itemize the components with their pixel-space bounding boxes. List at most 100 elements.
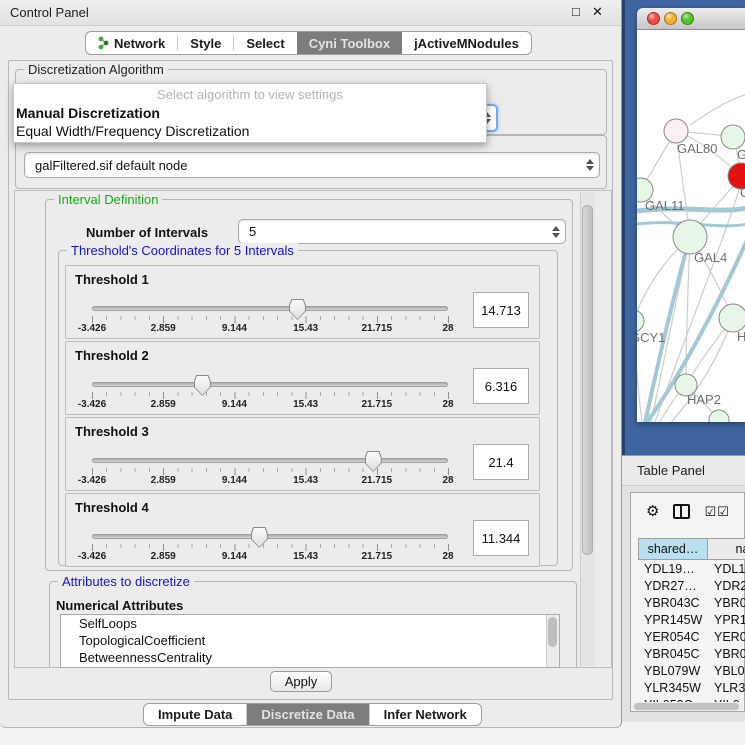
tab-jactivemnodules[interactable]: jActiveMNodules: [402, 32, 531, 54]
threshold-value-field[interactable]: 21.4: [473, 444, 529, 480]
minimize-traffic-light-icon[interactable]: [664, 12, 677, 25]
table-row[interactable]: YPR145WYPR1: [638, 611, 745, 628]
table-hscrollbar-thumb[interactable]: [634, 703, 739, 710]
dropdown-prompt: Select algorithm to view settings: [14, 84, 486, 104]
gear-icon[interactable]: ⚙: [646, 504, 659, 519]
slider-tick-label: -3.426: [78, 551, 106, 562]
tab-cyni-toolbox[interactable]: Cyni Toolbox: [297, 32, 402, 54]
float-panel-icon[interactable]: □: [572, 4, 580, 19]
table-cell: YER054C: [638, 630, 708, 644]
threshold-value-field[interactable]: 11.344: [473, 520, 529, 556]
slider-tick-label: 9.144: [222, 551, 247, 562]
checkbox-icon[interactable]: ☑: [704, 505, 716, 518]
slider-major-ticks: [92, 468, 449, 475]
table-row[interactable]: YLR345WYLR3: [638, 679, 745, 696]
table-row[interactable]: YDR27…YDR2: [638, 577, 745, 594]
slider-tick-label: 15.43: [293, 323, 318, 334]
slider-track[interactable]: [92, 306, 448, 311]
number-of-intervals-label: Number of Intervals: [86, 225, 208, 240]
slider-tick-label: 15.43: [293, 475, 318, 486]
slider-tick-label: 9.144: [222, 475, 247, 486]
table-panel-toolbar: ⚙ ☑ ☑: [632, 496, 745, 526]
table-row[interactable]: YBR045CYBR0: [638, 645, 745, 662]
table-cell: YPR1: [708, 613, 745, 627]
combobox-stepper-icon: [581, 159, 599, 171]
attribute-list-item[interactable]: TopologicalCoefficient: [61, 632, 559, 649]
group-title: Attributes to discretize: [58, 574, 194, 589]
close-traffic-light-icon[interactable]: [647, 12, 660, 25]
combobox-stepper-icon: [547, 226, 565, 238]
apply-button[interactable]: Apply: [270, 671, 332, 692]
network-canvas[interactable]: GAL80GACGAL11GAL4GCY1HHAP2: [637, 30, 745, 422]
threshold-value-field[interactable]: 14.713: [473, 292, 529, 328]
settings-scrollbar-thumb[interactable]: [582, 205, 593, 555]
table-row[interactable]: YER054CYER0: [638, 628, 745, 645]
table-cell: YBR043C: [638, 596, 708, 610]
table-cell: YBL0: [708, 664, 745, 678]
tab-discretize-data[interactable]: Discretize Data: [247, 704, 369, 725]
tab-impute-data[interactable]: Impute Data: [144, 704, 247, 725]
table-cell: YBL079W: [638, 664, 708, 678]
tab-select[interactable]: Select: [234, 32, 296, 54]
numerical-attributes-label: Numerical Attributes: [56, 598, 183, 613]
threshold-panel: Threshold 4-3.4262.8599.14415.4321.71528…: [65, 493, 540, 567]
tab-infer-network[interactable]: Infer Network: [370, 704, 481, 725]
slider-tick-label: 28: [442, 475, 453, 486]
network-node-h[interactable]: [719, 304, 745, 332]
table-cell: YER0: [708, 630, 745, 644]
split-columns-icon[interactable]: [673, 504, 690, 519]
table-row[interactable]: YDL19…YDL1: [638, 560, 745, 577]
network-node-gal80[interactable]: [664, 119, 688, 143]
table-cell: YLR345W: [638, 681, 708, 695]
table-cell: YDL19…: [638, 562, 708, 576]
table-data-group: Table Data galFiltered.sif default node: [15, 135, 607, 189]
dropdown-option[interactable]: Manual Discretization: [14, 104, 486, 122]
tab-network[interactable]: Network: [86, 32, 177, 54]
zoom-traffic-light-icon[interactable]: [681, 12, 694, 25]
tab-label: Cyni Toolbox: [309, 36, 390, 51]
slider-track[interactable]: [92, 382, 448, 387]
slider-tick-label: 21.715: [362, 399, 393, 410]
slider-tick-label: 28: [442, 399, 453, 410]
slider-tick-label: -3.426: [78, 323, 106, 334]
table-row[interactable]: YBR043CYBR0: [638, 594, 745, 611]
table-cell: YBR0: [708, 596, 745, 610]
column-header[interactable]: na: [708, 538, 745, 560]
attributes-scrollbar-thumb[interactable]: [548, 617, 557, 647]
tab-label: Select: [246, 36, 284, 51]
tab-label: Style: [190, 36, 221, 51]
slider-tick-label: 9.144: [222, 399, 247, 410]
number-of-intervals-combobox[interactable]: 5: [238, 219, 566, 244]
network-edge[interactable]: [690, 94, 745, 125]
node-label: H: [737, 329, 745, 344]
attribute-list-item[interactable]: BetweennessCentrality: [61, 649, 559, 666]
tab-label: Network: [114, 36, 165, 51]
tab-style[interactable]: Style: [178, 32, 233, 54]
table-row[interactable]: YBL079WYBL0: [638, 662, 745, 679]
table-cell: YDR2: [708, 579, 745, 593]
slider-track[interactable]: [92, 534, 448, 539]
close-panel-icon[interactable]: ✕: [592, 4, 603, 20]
control-panel-titlebar: Control Panel □ ✕: [0, 0, 621, 26]
node-table: shared…naYDL19…YDL1YDR27…YDR2YBR043CYBR0…: [638, 538, 745, 713]
network-node-gcy1[interactable]: [637, 310, 644, 332]
slider-tick-label: 2.859: [151, 323, 176, 334]
table-panel-title: Table Panel: [637, 463, 705, 478]
numerical-attributes-list[interactable]: SelfLoopsTopologicalCoefficientBetweenne…: [60, 614, 560, 668]
network-node-ga[interactable]: [721, 125, 745, 149]
table-data-combobox[interactable]: galFiltered.sif default node: [24, 152, 600, 178]
slider-major-ticks: [92, 392, 449, 399]
table-cell: YBR045C: [638, 647, 708, 661]
slider-tick-label: 21.715: [362, 475, 393, 486]
slider-tick-label: 21.715: [362, 323, 393, 334]
attribute-list-item[interactable]: SelfLoops: [61, 615, 559, 632]
threshold-label: Threshold 1: [75, 272, 149, 287]
checkbox-icon[interactable]: ☑: [717, 505, 729, 518]
slider-tick-label: 2.859: [151, 399, 176, 410]
column-header[interactable]: shared…: [638, 538, 708, 560]
dropdown-option[interactable]: Equal Width/Frequency Discretization: [14, 122, 486, 140]
settings-scrollpane: Interval Definition Number of Intervals …: [14, 190, 612, 668]
network-node-gal4[interactable]: [673, 220, 707, 254]
slider-track[interactable]: [92, 458, 448, 463]
threshold-value-field[interactable]: 6.316: [473, 368, 529, 404]
